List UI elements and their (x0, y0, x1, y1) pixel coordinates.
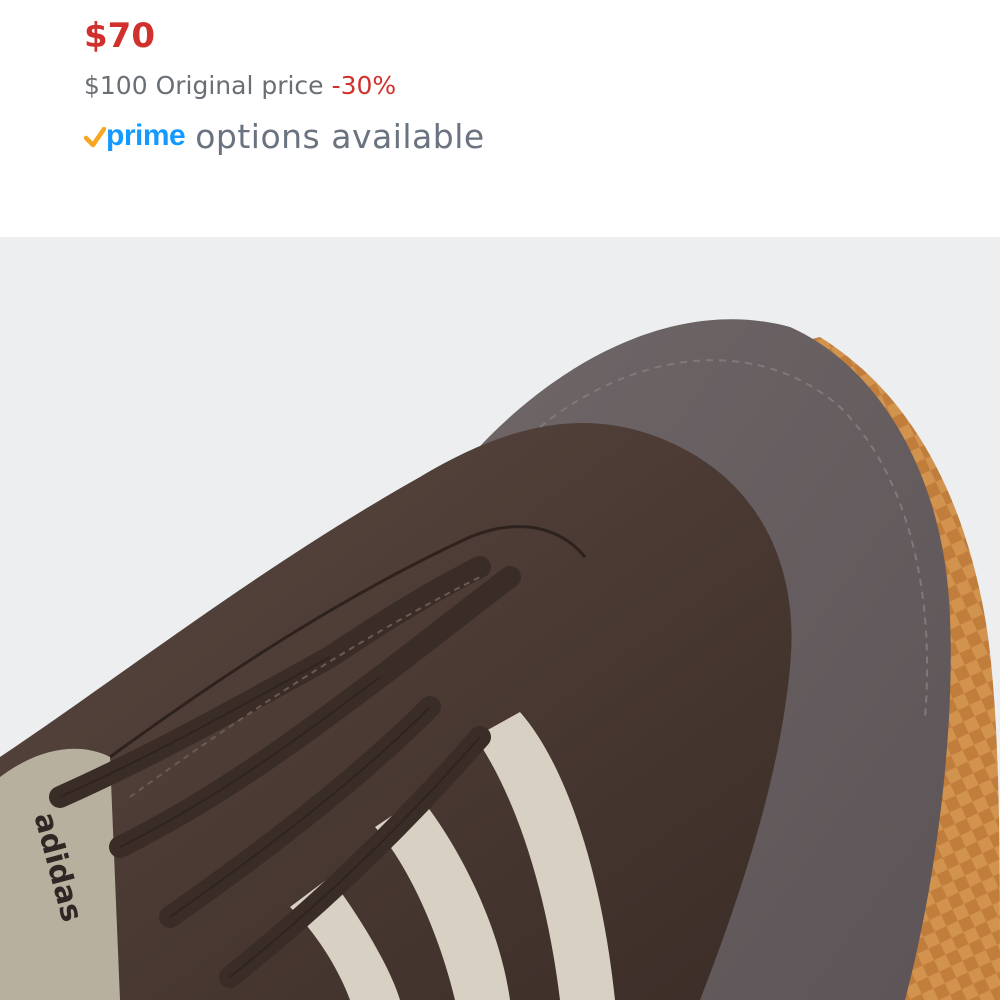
prime-options-text: options available (195, 116, 485, 156)
sneaker-illustration: adidas (0, 319, 1000, 1000)
prime-options-link[interactable]: prime options available (84, 116, 485, 156)
prime-word: prime (106, 119, 186, 152)
prime-check-icon (84, 126, 106, 148)
product-image[interactable]: adidas (0, 237, 1000, 1000)
leather-upper (0, 423, 792, 1000)
product-detail-page: $70 $100 Original price -30% prime option… (0, 0, 1000, 1000)
price-block: $70 $100 Original price -30% prime option… (84, 12, 485, 156)
discount-badge: -30% (331, 71, 397, 100)
prime-logo: prime (84, 116, 186, 156)
current-price: $70 (84, 16, 155, 56)
original-price: $100 Original price (84, 71, 324, 100)
original-price-line: $100 Original price -30% (84, 68, 485, 104)
